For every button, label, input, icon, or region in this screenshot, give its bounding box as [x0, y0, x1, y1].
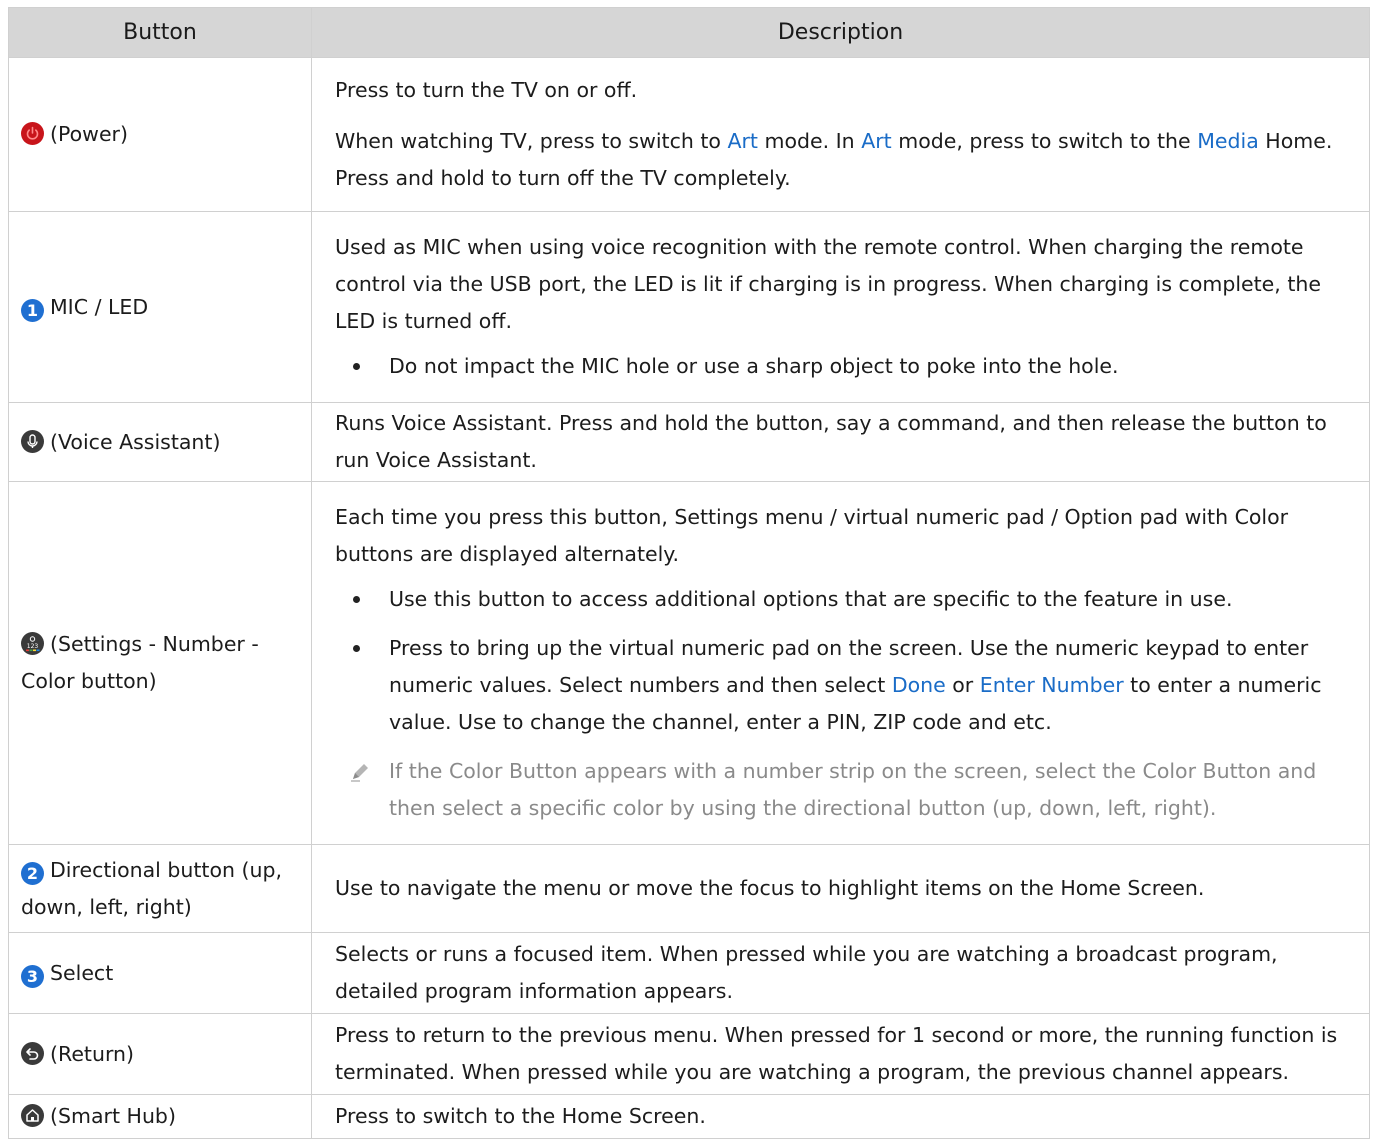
power-icon	[21, 122, 44, 145]
table-row: (Return) Press to return to the previous…	[8, 1013, 1370, 1095]
button-name: (Settings - Number - Color button)	[21, 632, 259, 693]
description-text: Each time you press this button, Setting…	[335, 505, 1289, 566]
table-row: 1 MIC / LED Used as MIC when using voice …	[8, 211, 1370, 403]
button-cell: (Smart Hub)	[8, 1094, 312, 1139]
remote-buttons-table: Button Description (Power) Press to turn…	[8, 7, 1370, 1139]
button-name: Directional button (up, down, left, righ…	[21, 857, 283, 919]
description-text: Use to navigate the menu or move the foc…	[335, 876, 1205, 900]
pencil-icon	[351, 764, 368, 782]
description-cell: Used as MIC when using voice recognition…	[311, 211, 1370, 403]
button-name: (Return)	[50, 1041, 135, 1066]
bullet-item: Press to bring up the virtual numeric pa…	[335, 630, 1359, 741]
button-name: (Voice Assistant)	[50, 429, 221, 454]
table-row: (Power) Press to turn the TV on or off. …	[8, 57, 1370, 212]
description-cell: Selects or runs a focused item. When pre…	[311, 932, 1370, 1014]
settings-number-color-icon: 123	[21, 632, 44, 655]
table-row: 123 (Settings - Number - Color button) E…	[8, 481, 1370, 845]
svg-text:123: 123	[27, 643, 39, 650]
note: If the Color Button appears with a numbe…	[335, 753, 1359, 827]
description-cell: Runs Voice Assistant. Press and hold the…	[311, 402, 1370, 482]
done-link: Done	[891, 673, 946, 697]
button-name: MIC / LED	[50, 294, 149, 319]
button-name: (Power)	[50, 122, 128, 146]
note-text: If the Color Button appears with a numbe…	[389, 759, 1317, 820]
description-text: Press to return to the previous menu. Wh…	[335, 1023, 1338, 1084]
button-cell: 1 MIC / LED	[8, 211, 312, 403]
table-header-row: Button Description	[8, 7, 1370, 58]
table-row: 3 Select Selects or runs a focused item. …	[8, 932, 1370, 1014]
description-cell: Each time you press this button, Setting…	[311, 481, 1370, 845]
button-name: Select	[50, 960, 114, 985]
description-text: Used as MIC when using voice recognition…	[335, 235, 1321, 333]
bullet-item: Do not impact the MIC hole or use a shar…	[335, 348, 1359, 385]
microphone-icon	[21, 429, 44, 453]
number-badge-1: 1	[21, 298, 44, 322]
number-badge-2: 2	[21, 861, 44, 885]
description-cell: Press to return to the previous menu. Wh…	[311, 1013, 1370, 1095]
description-text: Selects or runs a focused item. When pre…	[335, 942, 1278, 1003]
table-row: 2 Directional button (up, down, left, rig…	[8, 844, 1370, 933]
description-cell: Use to navigate the menu or move the foc…	[311, 844, 1370, 933]
description-text: When watching TV, press to switch to Art…	[335, 129, 1333, 190]
button-cell: 2 Directional button (up, down, left, rig…	[8, 844, 312, 933]
enter-number-link: Enter Number	[979, 673, 1124, 697]
button-cell: 123 (Settings - Number - Color button)	[8, 481, 312, 845]
description-text: Press to switch to the Home Screen.	[335, 1104, 706, 1128]
header-description: Description	[311, 7, 1370, 58]
button-cell: 3 Select	[8, 932, 312, 1014]
button-cell: (Voice Assistant)	[8, 402, 312, 482]
art-link: Art	[861, 129, 892, 153]
number-badge-3: 3	[21, 964, 44, 988]
description-text: Press to turn the TV on or off.	[335, 78, 638, 102]
bullet-item: Use this button to access additional opt…	[335, 581, 1359, 618]
header-button: Button	[8, 7, 312, 58]
button-cell: (Power)	[8, 57, 312, 212]
table-row: (Smart Hub) Press to switch to the Home …	[8, 1094, 1370, 1139]
art-link: Art	[727, 129, 758, 153]
description-text: Runs Voice Assistant. Press and hold the…	[335, 411, 1327, 472]
home-icon	[21, 1104, 44, 1127]
description-cell: Press to turn the TV on or off. When wat…	[311, 57, 1370, 212]
button-name: (Smart Hub)	[50, 1104, 176, 1128]
table-row: (Voice Assistant) Runs Voice Assistant. …	[8, 402, 1370, 482]
button-cell: (Return)	[8, 1013, 312, 1095]
media-link: Media	[1197, 129, 1259, 153]
return-icon	[21, 1041, 44, 1065]
description-cell: Press to switch to the Home Screen.	[311, 1094, 1370, 1139]
